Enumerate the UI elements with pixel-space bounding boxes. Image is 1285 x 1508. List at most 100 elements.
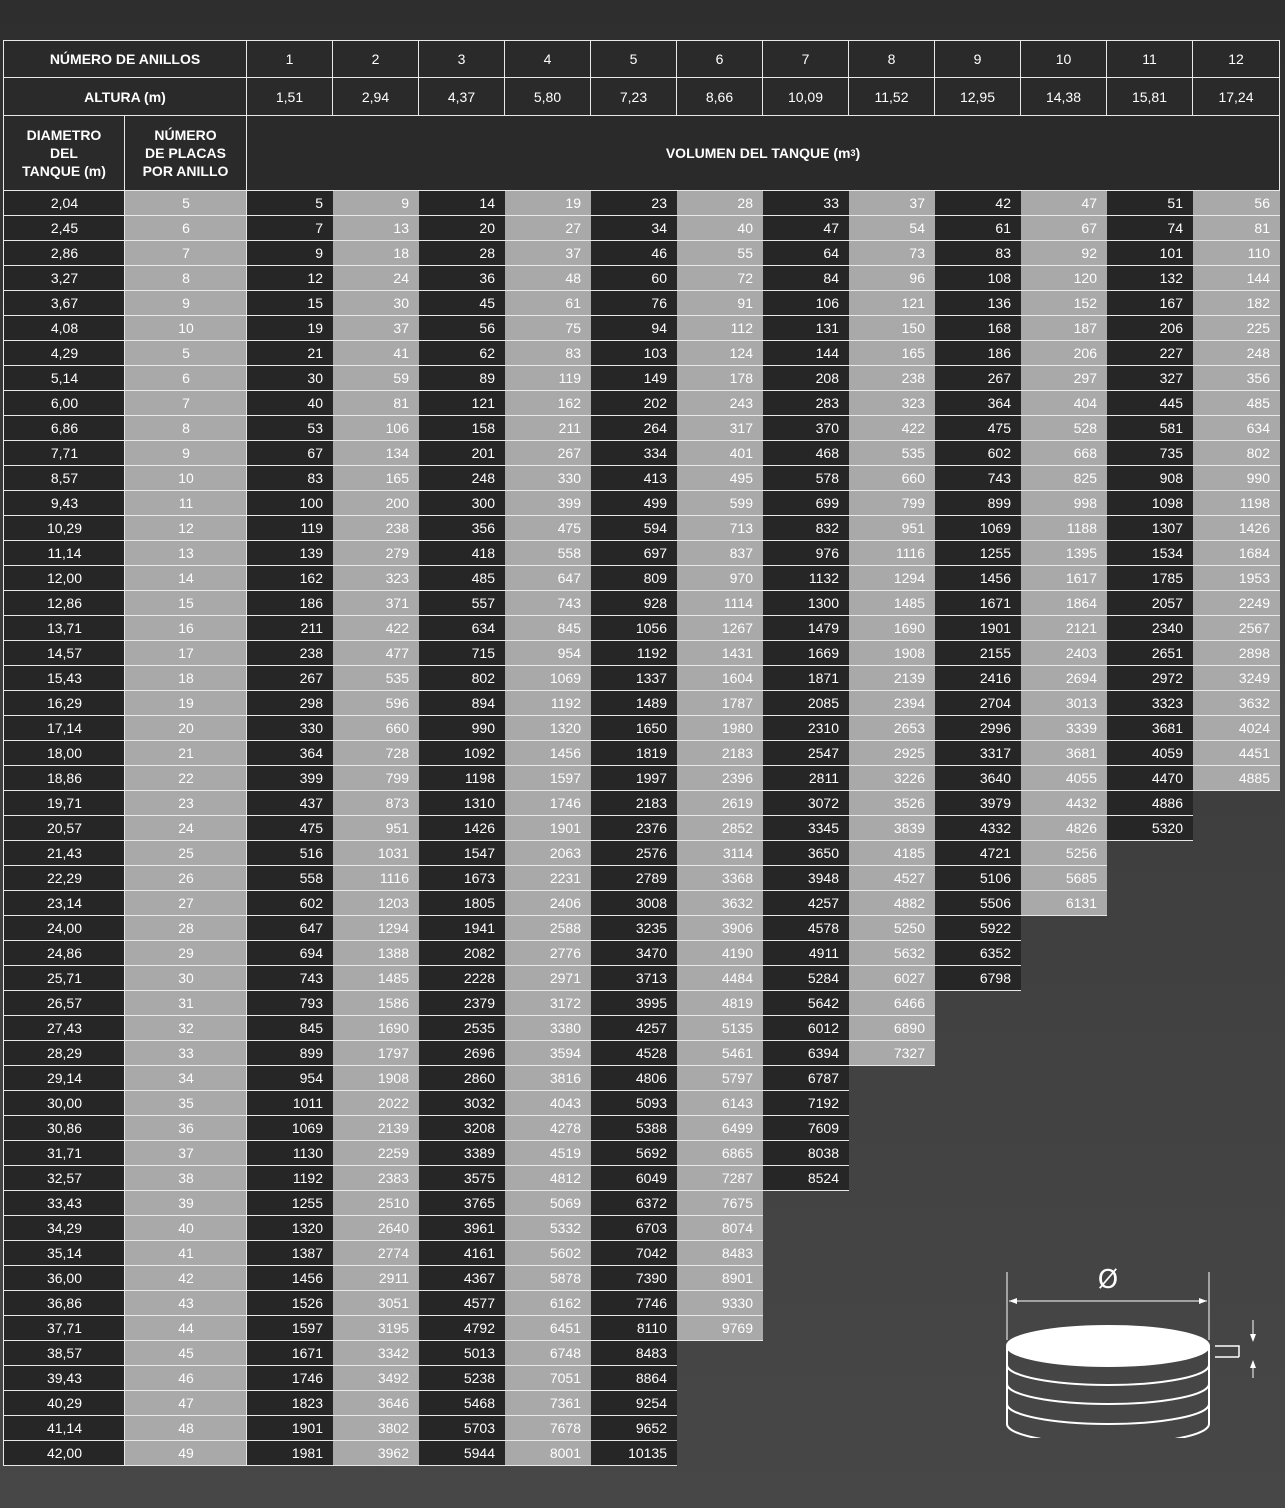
volume-cell: 3072 (763, 791, 849, 816)
volume-cell: 3114 (677, 841, 763, 866)
volume-cell: 186 (935, 341, 1021, 366)
ring-height: 10,09 (762, 77, 849, 116)
diameter-cell: 15,43 (3, 666, 125, 691)
volume-cell: 7609 (763, 1116, 849, 1141)
plates-cell: 21 (125, 741, 247, 766)
volume-cell: 103 (591, 341, 677, 366)
volume-cell: 106 (333, 416, 419, 441)
volume-cell: 445 (1107, 391, 1193, 416)
volume-cell: 2340 (1107, 616, 1193, 641)
volume-cell: 8864 (591, 1366, 677, 1391)
ring-number: 1 (246, 40, 333, 78)
volume-cell: 120 (1021, 266, 1107, 291)
volume-cell: 4161 (419, 1241, 505, 1266)
volume-cell: 28 (677, 191, 763, 216)
volume-cell: 40 (247, 391, 333, 416)
volume-cell: 1650 (591, 716, 677, 741)
volume-cell: 743 (935, 466, 1021, 491)
volume-cell: 728 (333, 741, 419, 766)
volume-cell: 422 (849, 416, 935, 441)
volume-cell: 1132 (763, 566, 849, 591)
volume-cell: 2121 (1021, 616, 1107, 641)
diameter-cell: 30,86 (3, 1116, 125, 1141)
volume-cell: 5238 (419, 1366, 505, 1391)
volume-cell: 2396 (677, 766, 763, 791)
volume-cell: 1388 (333, 941, 419, 966)
volume-cell: 2183 (677, 741, 763, 766)
volume-cell: 2376 (591, 816, 677, 841)
volume-cell: 404 (1021, 391, 1107, 416)
ring-number: 11 (1106, 40, 1193, 78)
volume-cell: 495 (677, 466, 763, 491)
volume-cell: 167 (1107, 291, 1193, 316)
volume-cell: 100 (247, 491, 333, 516)
volume-cell: 7678 (505, 1416, 591, 1441)
volume-cell: 837 (677, 541, 763, 566)
volume-cell: 2576 (591, 841, 677, 866)
volume-cell: 5013 (419, 1341, 505, 1366)
volume-cell: 1426 (1193, 516, 1280, 541)
volume-cell: 298 (247, 691, 333, 716)
volume-cell: 2852 (677, 816, 763, 841)
plates-cell: 49 (125, 1441, 247, 1466)
volume-cell: 84 (763, 266, 849, 291)
ring-number: 9 (934, 40, 1021, 78)
volume-cell: 535 (333, 666, 419, 691)
volume-cell: 951 (849, 516, 935, 541)
diameter-cell: 29,14 (3, 1066, 125, 1091)
volume-cell: 51 (1107, 191, 1193, 216)
volume-cell: 3765 (419, 1191, 505, 1216)
diameter-cell: 28,29 (3, 1041, 125, 1066)
diameter-cell: 25,71 (3, 966, 125, 991)
volume-cell: 1011 (247, 1091, 333, 1116)
diameter-cell: 31,71 (3, 1141, 125, 1166)
diameter-cell: 24,86 (3, 941, 125, 966)
volume-cell: 67 (1021, 216, 1107, 241)
volume-cell: 2063 (505, 841, 591, 866)
diameter-cell: 36,86 (3, 1291, 125, 1316)
volume-cell: 6787 (763, 1066, 849, 1091)
volume-cell: 1203 (333, 891, 419, 916)
ring-height: 17,24 (1192, 77, 1280, 116)
volume-cell: 2228 (419, 966, 505, 991)
volume-cell: 1130 (247, 1141, 333, 1166)
volume-cell: 3195 (333, 1316, 419, 1341)
volume-cell: 187 (1021, 316, 1107, 341)
volume-cell: 3713 (591, 966, 677, 991)
volume-cell: 4882 (849, 891, 935, 916)
volume-cell: 793 (247, 991, 333, 1016)
volume-cell: 1456 (505, 741, 591, 766)
volume-cell: 485 (419, 566, 505, 591)
volume-cell: 238 (247, 641, 333, 666)
column-divider (246, 191, 247, 1466)
volume-cell: 317 (677, 416, 763, 441)
volume-cell: 4806 (591, 1066, 677, 1091)
volume-cell: 4886 (1107, 791, 1193, 816)
volume-cell: 5602 (505, 1241, 591, 1266)
diameter-cell: 19,71 (3, 791, 125, 816)
volume-cell: 1267 (677, 616, 763, 641)
volume-cell: 697 (591, 541, 677, 566)
volume-cell: 47 (1021, 191, 1107, 216)
volume-cell: 1192 (591, 641, 677, 666)
volume-cell: 2510 (333, 1191, 419, 1216)
volume-cell: 5135 (677, 1016, 763, 1041)
volume-cell: 3323 (1107, 691, 1193, 716)
ring-number: 10 (1020, 40, 1107, 78)
volume-cell: 4812 (505, 1166, 591, 1191)
volume-cell: 327 (1107, 366, 1193, 391)
volume-cell: 5320 (1107, 816, 1193, 841)
volume-cell: 59 (333, 366, 419, 391)
volume-cell: 2774 (333, 1241, 419, 1266)
volume-cell: 72 (677, 266, 763, 291)
volume-cell: 5685 (1021, 866, 1107, 891)
volume-cell: 1387 (247, 1241, 333, 1266)
diameter-cell: 3,67 (3, 291, 125, 316)
volume-cell: 899 (935, 491, 1021, 516)
volume-cell: 37 (505, 241, 591, 266)
volume-cell: 3816 (505, 1066, 591, 1091)
volume-cell: 998 (1021, 491, 1107, 516)
volume-cell: 660 (849, 466, 935, 491)
volume-cell: 6394 (763, 1041, 849, 1066)
volume-cell: 2383 (333, 1166, 419, 1191)
